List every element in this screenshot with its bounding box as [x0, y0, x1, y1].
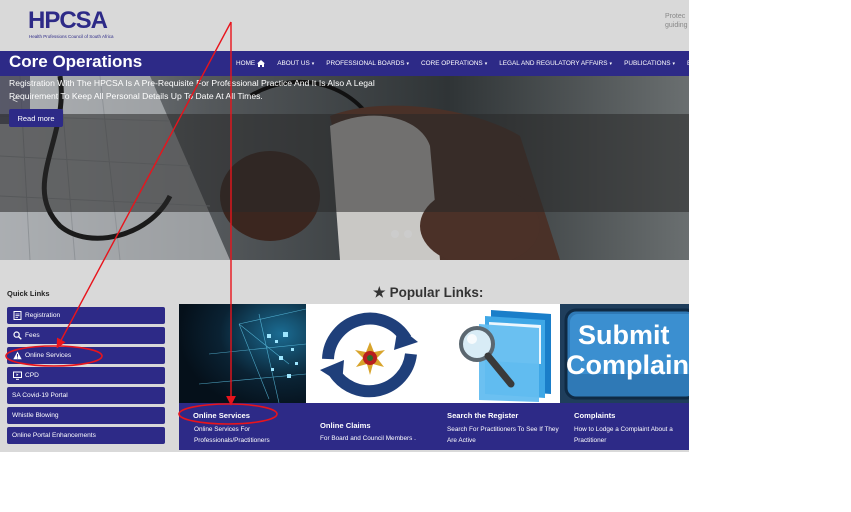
digital-network-image [179, 304, 306, 403]
submit-complaint-key-image: Submit Complain [560, 304, 689, 403]
quick-links-title: Quick Links [7, 289, 50, 298]
chevron-down-icon: ▾ [672, 60, 675, 67]
chevron-down-icon: ▾ [484, 60, 488, 67]
chevron-down-icon: ▾ [406, 60, 410, 67]
key-text-line-1: Submit [578, 320, 670, 350]
card-description: Online Services For Professionals/Practi… [194, 426, 270, 444]
search-icon [12, 331, 22, 340]
nav-truncated-label: E [687, 60, 689, 67]
quick-link-label: Online Services [25, 352, 72, 359]
card-description: How to Lodge a Complaint About a Practit… [574, 426, 673, 444]
nav-legal-regulatory-label: LEGAL AND REGULATORY AFFAIRS [499, 60, 608, 67]
quick-link-label: Fees [25, 332, 40, 339]
star-icon: ★ [373, 284, 386, 300]
card-description: Search For Practitioners To See If They … [447, 426, 559, 444]
refresh-coat-of-arms-image [306, 304, 433, 403]
nav-truncated-item[interactable]: E [681, 51, 689, 76]
read-more-button[interactable]: Read more [9, 109, 63, 127]
logo-text: HPCSA [28, 7, 108, 34]
monitor-icon [12, 371, 22, 380]
nav-home-label: HOME [236, 60, 256, 67]
quick-link-label: Online Portal Enhancements [12, 432, 96, 439]
card-title: Complaints [574, 411, 616, 420]
chevron-down-icon: ▾ [609, 60, 613, 67]
home-icon [257, 60, 266, 67]
popular-links-row: Online Services Online Services For Prof… [179, 304, 689, 450]
quick-link-whistle-blowing[interactable]: Whistle Blowing [7, 407, 165, 424]
nav-home[interactable]: HOME [230, 51, 271, 76]
quick-link-label: CPD [25, 372, 39, 379]
quick-link-fees[interactable]: Fees [7, 327, 165, 344]
warning-icon [12, 351, 22, 360]
hero-slider: < [0, 76, 689, 260]
quick-link-label: Registration [25, 312, 61, 319]
hpcsa-logo[interactable]: HPCSA Health Professions Council of Sout… [28, 7, 114, 42]
popular-card-search-register[interactable]: Search the Register Search For Practitio… [433, 304, 560, 450]
popular-links-title-text: Popular Links: [389, 285, 484, 300]
quick-links-list: Registration Fees Online Services CPD SA… [7, 307, 165, 447]
nav-professional-boards[interactable]: PROFESSIONAL BOARDS ▾ [320, 51, 415, 76]
tagline-line-2: guiding [665, 22, 688, 29]
card-description: For Board and Council Members . [320, 435, 416, 442]
header-tagline: Protec guiding [665, 12, 688, 30]
hpcsa-website: HPCSA Health Professions Council of Sout… [0, 0, 689, 452]
folder-magnifier-image [433, 304, 560, 403]
quick-link-online-services[interactable]: Online Services [7, 347, 165, 364]
hero-title: Core Operations [9, 52, 143, 71]
card-title: Online Claims [320, 421, 371, 430]
logo-subtitle: Health Professions Council of South Afri… [29, 34, 114, 39]
quick-link-registration[interactable]: Registration [7, 307, 165, 324]
nav-legal-regulatory[interactable]: LEGAL AND REGULATORY AFFAIRS ▾ [493, 51, 618, 76]
card-title: Search the Register [447, 411, 519, 420]
hero-description: Registration With The HPCSA Is A Pre-Req… [9, 78, 375, 101]
nav-about-us[interactable]: ABOUT US ▾ [271, 51, 320, 76]
quick-link-portal-enhancements[interactable]: Online Portal Enhancements [7, 427, 165, 444]
quick-link-cpd[interactable]: CPD [7, 367, 165, 384]
card-title: Online Services [193, 411, 250, 420]
popular-card-online-services[interactable]: Online Services Online Services For Prof… [179, 304, 306, 450]
popular-card-complaints[interactable]: Submit Complain Complaints How to Lodge … [560, 304, 689, 450]
nav-about-us-label: ABOUT US [277, 60, 310, 67]
chevron-down-icon: ▾ [311, 60, 315, 67]
quick-link-label: Whistle Blowing [12, 412, 59, 419]
nav-core-operations-label: CORE OPERATIONS [421, 60, 483, 67]
nav-core-operations[interactable]: CORE OPERATIONS ▾ [415, 51, 493, 76]
quick-link-label: SA Covid-19 Portal [12, 392, 68, 399]
hero-caption-overlay [0, 114, 689, 212]
nav-publications-label: PUBLICATIONS [624, 60, 671, 67]
site-header: HPCSA Health Professions Council of Sout… [0, 0, 689, 51]
key-text-line-2: Complain [566, 350, 689, 380]
document-icon [12, 311, 22, 320]
popular-card-online-claims[interactable]: Online Claims For Board and Council Memb… [306, 304, 433, 450]
popular-links-title: ★ Popular Links: [373, 284, 483, 301]
tagline-line-1: Protec [665, 13, 686, 20]
quick-link-covid-portal[interactable]: SA Covid-19 Portal [7, 387, 165, 404]
nav-publications[interactable]: PUBLICATIONS ▾ [618, 51, 681, 76]
screenshot-page: HPCSA Health Professions Council of Sout… [0, 0, 851, 512]
nav-items: HOME ABOUT US ▾ PROFESSIONAL BOARDS ▾ CO… [230, 51, 689, 76]
nav-professional-boards-label: PROFESSIONAL BOARDS [326, 60, 405, 67]
